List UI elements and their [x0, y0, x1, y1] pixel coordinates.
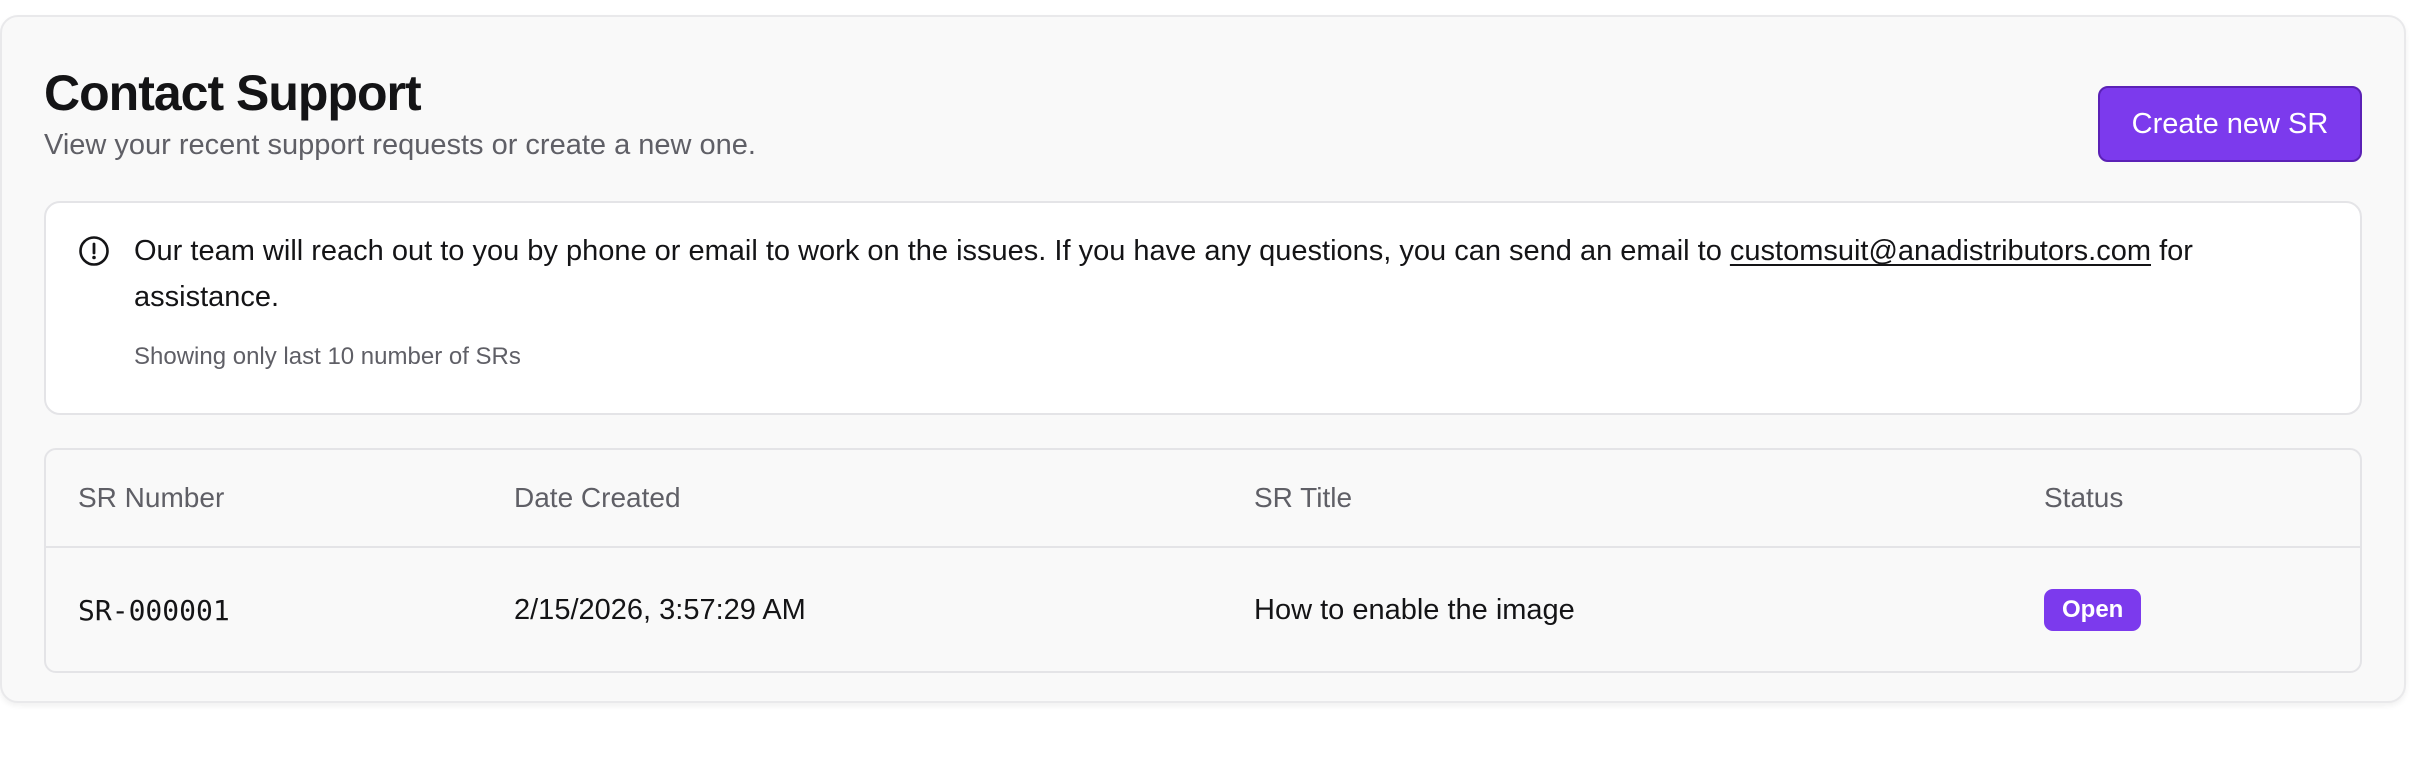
sr-table: SR Number Date Created SR Title Status S… [44, 448, 2362, 673]
notice-text-before: Our team will reach out to you by phone … [134, 235, 1722, 267]
contact-support-card: Contact Support View your recent support… [0, 15, 2406, 703]
page-header: Contact Support View your recent support… [44, 61, 2362, 171]
sr-title-cell: How to enable the image [1254, 593, 1575, 626]
table-header-row: SR Number Date Created SR Title Status [46, 450, 2360, 548]
create-new-sr-button[interactable]: Create new SR [2098, 86, 2362, 162]
alert-circle-icon [78, 235, 110, 267]
column-header-status: Status [2044, 482, 2124, 513]
sr-number-cell: SR-000001 [78, 593, 230, 627]
column-header-sr-title: SR Title [1254, 482, 1353, 513]
page-title: Contact Support [44, 65, 422, 121]
column-header-date-created: Date Created [514, 482, 681, 513]
table-row[interactable]: SR-000001 2/15/2026, 3:57:29 AM How to e… [46, 548, 2360, 671]
status-cell: Open [2044, 548, 2142, 671]
support-email-link[interactable]: customsuit@anadistributors.com [1730, 235, 2151, 267]
column-header-sr-number: SR Number [78, 482, 225, 513]
notice-message: Our team will reach out to you by phone … [134, 228, 2314, 320]
page-subtitle: View your recent support requests or cre… [44, 129, 756, 161]
date-created-cell: 2/15/2026, 3:57:29 AM [514, 593, 806, 626]
sr-limit-caption: Showing only last 10 number of SRs [134, 343, 521, 370]
status-badge: Open [2044, 589, 2142, 631]
support-notice: Our team will reach out to you by phone … [44, 201, 2362, 415]
